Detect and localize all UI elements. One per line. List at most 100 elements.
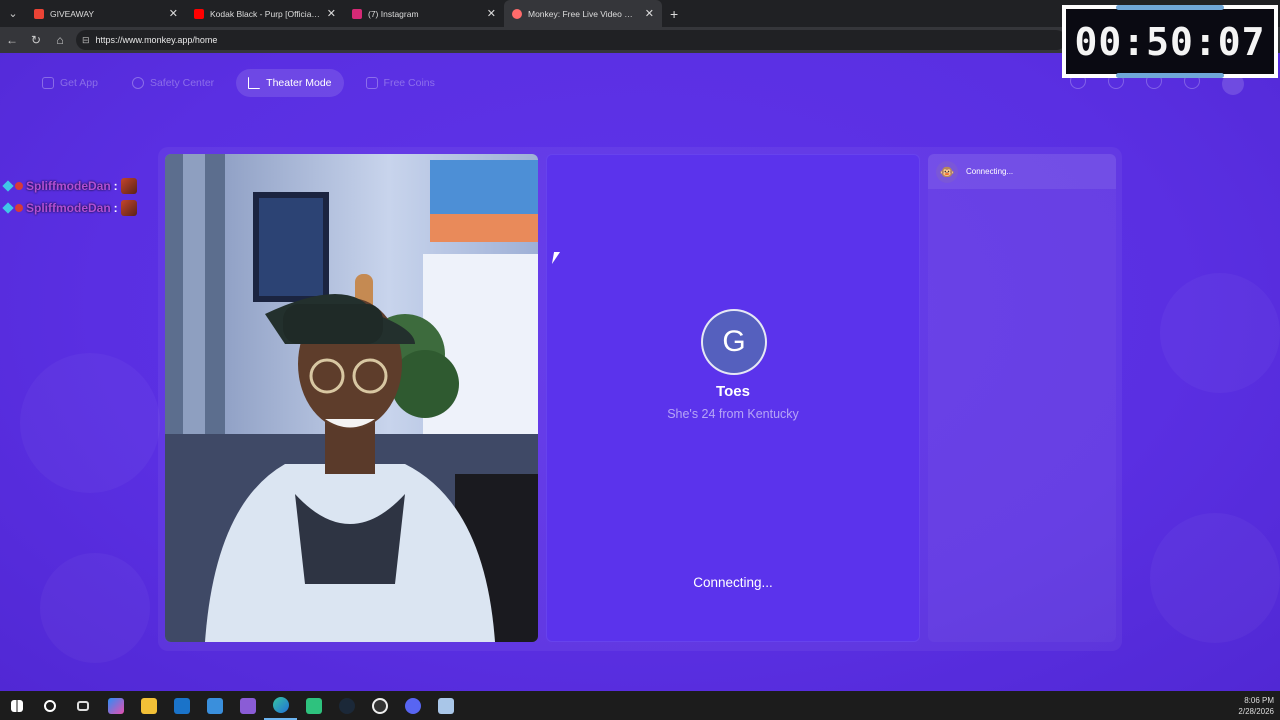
tab-title: (7) Instagram — [368, 8, 419, 19]
obs-button[interactable] — [363, 691, 396, 720]
notepad-button[interactable] — [429, 691, 462, 720]
edge-icon — [272, 696, 289, 713]
bg-decor — [20, 353, 160, 493]
chat-username: SpliffmodeDan — [26, 179, 111, 193]
emote-icon — [120, 200, 137, 216]
timer-value: 00:50:07 — [1066, 5, 1274, 78]
stream-chat-message: SpliffmodeDan : — [2, 175, 137, 197]
chat-username: SpliffmodeDan — [26, 201, 111, 215]
copilot-icon — [107, 697, 124, 714]
self-camera-feed — [165, 154, 538, 642]
outlook-button[interactable] — [165, 691, 198, 720]
nav-label: Safety Center — [149, 77, 215, 89]
chat-status-row: 🐵 Connecting... — [928, 154, 1116, 189]
url-text: https://www.monkey.app/home — [95, 35, 218, 45]
sub-badge-icon — [15, 204, 23, 212]
tab-close-icon[interactable]: ✕ — [645, 7, 654, 20]
nav-label: Theater Mode — [266, 77, 332, 89]
start-button[interactable] — [0, 691, 33, 720]
free-coins-button[interactable]: Free Coins — [354, 69, 447, 97]
monkey-icon: 🐵 — [936, 160, 958, 183]
home-icon[interactable]: ⌂ — [48, 27, 72, 53]
store-icon — [206, 697, 223, 714]
app-icon — [239, 697, 256, 714]
gem-badge-icon — [2, 180, 14, 192]
nav-label: Free Coins — [383, 77, 435, 89]
browser-tab[interactable]: GIVEAWAY ✕ — [26, 0, 186, 27]
app-icon — [305, 697, 322, 714]
stream-chat-message: SpliffmodeDan : — [2, 197, 137, 219]
safety-center-button[interactable]: Safety Center — [120, 69, 226, 97]
get-app-button[interactable]: Get App — [30, 69, 110, 97]
obs-icon — [371, 697, 388, 714]
phone-icon — [42, 77, 54, 89]
tab-title: Kodak Black - Purp [Official Audio] — [210, 8, 321, 19]
sub-badge-icon — [15, 182, 23, 190]
bg-decor — [1160, 273, 1280, 393]
chat-separator: : — [113, 179, 118, 193]
bg-decor — [40, 553, 150, 663]
browser-tab[interactable]: Kodak Black - Purp [Official Audio] ✕ — [186, 0, 344, 27]
top-nav: Get App Safety Center Theater Mode Free … — [30, 69, 447, 97]
partner-name: Toes — [716, 383, 750, 400]
system-clock[interactable]: 8:06 PM 2/28/2026 — [1238, 695, 1274, 717]
windows-icon — [10, 699, 23, 712]
browser-tab[interactable]: (7) Instagram ✕ — [344, 0, 504, 27]
camera-image — [165, 154, 538, 642]
shield-icon — [131, 77, 144, 89]
chat-status-text: Connecting... — [966, 167, 1014, 176]
tab-favicon-icon — [352, 8, 362, 19]
discord-button[interactable] — [396, 691, 429, 720]
gem-badge-icon — [2, 202, 14, 214]
tab-title: Monkey: Free Live Video Chat — [528, 8, 639, 19]
edge-button[interactable] — [264, 691, 297, 720]
outlook-icon — [173, 697, 190, 714]
tab-favicon-icon — [512, 8, 522, 19]
task-view-button[interactable] — [66, 691, 99, 720]
url-field[interactable]: ⊟ https://www.monkey.app/home — [76, 30, 1066, 50]
chat-separator: : — [113, 201, 118, 215]
partner-panel: G Toes She's 24 from Kentucky Connecting… — [546, 154, 920, 642]
bg-decor — [1150, 513, 1280, 643]
app-button[interactable] — [297, 691, 330, 720]
file-explorer-button[interactable] — [132, 691, 165, 720]
tab-close-icon[interactable]: ✕ — [327, 7, 336, 20]
clock-time: 8:06 PM — [1244, 696, 1274, 705]
windows-taskbar: 8:06 PM 2/28/2026 — [0, 691, 1280, 720]
store-button[interactable] — [198, 691, 231, 720]
theater-mode-button[interactable]: Theater Mode — [236, 69, 344, 97]
site-info-icon[interactable]: ⊟ — [82, 35, 90, 46]
partner-description: She's 24 from Kentucky — [667, 407, 799, 421]
stream-timer-overlay: 00:50:07 — [1062, 5, 1278, 78]
partner-connecting-status: Connecting... — [693, 575, 773, 590]
tab-favicon-icon — [34, 8, 44, 19]
back-icon[interactable]: ← — [0, 27, 24, 53]
chat-panel: 🐵 Connecting... — [928, 154, 1116, 642]
expand-icon — [248, 77, 261, 89]
emote-icon — [120, 178, 137, 194]
steam-icon — [338, 697, 355, 714]
clock-date: 2/28/2026 — [1238, 707, 1274, 716]
search-icon — [43, 699, 56, 712]
stream-chat-overlay: SpliffmodeDan : SpliffmodeDan : — [2, 175, 137, 219]
coins-icon — [365, 77, 378, 89]
partner-avatar-letter: G — [722, 325, 746, 358]
copilot-button[interactable] — [99, 691, 132, 720]
folder-icon — [140, 697, 157, 714]
app-button[interactable] — [231, 691, 264, 720]
partner-avatar[interactable]: G — [701, 309, 767, 375]
new-tab-button[interactable]: + — [670, 6, 678, 22]
tab-favicon-icon — [194, 8, 204, 19]
nav-label: Get App — [60, 77, 98, 89]
browser-tab-active[interactable]: Monkey: Free Live Video Chat ✕ — [504, 0, 662, 27]
tab-title: GIVEAWAY — [50, 8, 95, 19]
tab-close-icon[interactable]: ✕ — [487, 7, 496, 20]
steam-button[interactable] — [330, 691, 363, 720]
notepad-icon — [437, 697, 454, 714]
tab-close-icon[interactable]: ✕ — [169, 7, 178, 20]
search-button[interactable] — [33, 691, 66, 720]
task-view-icon — [76, 700, 89, 711]
reload-icon[interactable]: ↻ — [24, 27, 48, 53]
tab-list-button[interactable]: ⌄ — [0, 0, 26, 27]
discord-icon — [404, 697, 421, 714]
